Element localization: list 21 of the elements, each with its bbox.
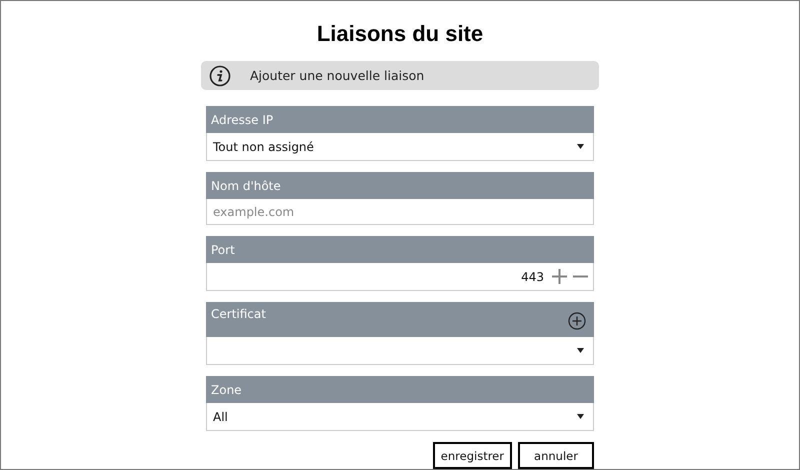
caret-icon	[577, 348, 584, 353]
plus-icon[interactable]	[552, 269, 567, 284]
dropdown-field[interactable]: All	[206, 403, 594, 431]
field-label: Port	[211, 242, 235, 256]
dialog-button[interactable]: enregistrer	[432, 442, 512, 469]
info-text: Ajouter une nouvelle liaison	[250, 68, 424, 83]
minus-icon[interactable]	[573, 275, 588, 278]
dialog-title: Liaisons du site	[316, 20, 484, 48]
info-icon	[209, 64, 231, 86]
dialog-button[interactable]: annuler	[518, 442, 594, 469]
dropdown-field[interactable]: Tout non assigné	[206, 133, 594, 161]
field-label: Nom d'hôte	[211, 178, 281, 192]
field-label: Adresse IP	[211, 112, 274, 126]
field-label: Certificat	[211, 307, 266, 321]
input-field[interactable]: example.com	[206, 199, 594, 225]
number-field[interactable]: 443	[521, 270, 544, 284]
dropdown-field[interactable]	[206, 337, 594, 365]
field-label: Zone	[211, 382, 242, 396]
caret-icon	[577, 414, 584, 419]
caret-icon	[577, 144, 584, 149]
add-icon[interactable]	[568, 312, 586, 330]
